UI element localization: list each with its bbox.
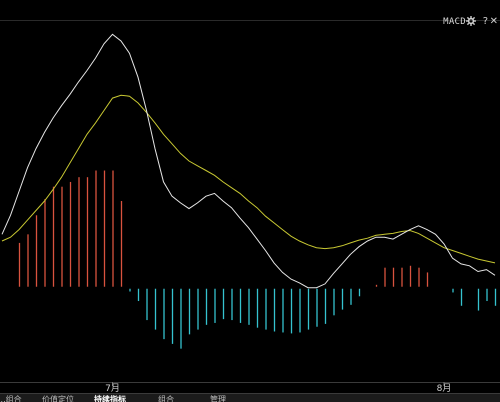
tab-continuous-indicator[interactable]: 持续指标 (94, 394, 126, 402)
help-icon[interactable]: ? (483, 16, 488, 28)
close-icon[interactable]: ✕ (490, 16, 498, 28)
chart-background (0, 0, 500, 402)
tab-manage[interactable]: 管理 (210, 394, 226, 402)
tab-combination[interactable]: ...组合 (0, 394, 22, 402)
indicator-title: MACD (443, 17, 466, 27)
macd-chart: 7月 8月 (0, 0, 500, 402)
tab-value-position[interactable]: 价值定位 (42, 394, 74, 402)
bottom-tab-bar: ...组合 价值定位 持续指标 组合 管理 (0, 393, 500, 402)
tab-portfolio[interactable]: 组合 (158, 394, 174, 402)
gear-icon[interactable] (466, 16, 476, 30)
